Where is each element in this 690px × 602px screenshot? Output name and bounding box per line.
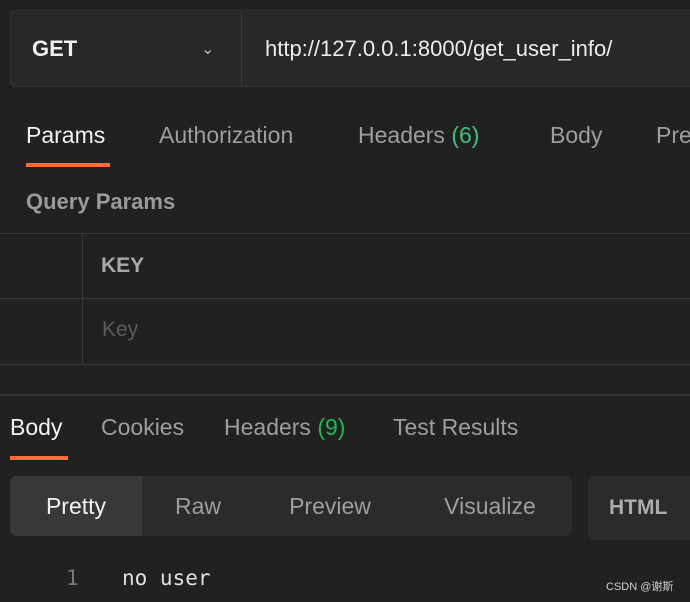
view-mode-segmented-control: Pretty Raw Preview Visualize bbox=[10, 476, 572, 536]
active-response-tab-indicator bbox=[10, 456, 68, 460]
url-input[interactable]: http://127.0.0.1:8000/get_user_info/ bbox=[265, 11, 612, 86]
tab-headers-label: Headers bbox=[358, 122, 445, 148]
view-pretty[interactable]: Pretty bbox=[10, 476, 142, 536]
tab-headers[interactable]: Headers (6) bbox=[358, 122, 479, 149]
key-input[interactable]: Key bbox=[102, 318, 138, 342]
watermark: CSDN @谢斯 bbox=[606, 581, 674, 593]
response-tab-cookies[interactable]: Cookies bbox=[101, 414, 184, 441]
format-select[interactable]: HTML bbox=[588, 476, 690, 540]
tab-params[interactable]: Params bbox=[26, 122, 105, 149]
tab-authorization[interactable]: Authorization bbox=[159, 122, 293, 149]
url-bar: GET ⌄ http://127.0.0.1:8000/get_user_inf… bbox=[10, 10, 690, 87]
response-tab-headers-label: Headers bbox=[224, 414, 311, 440]
active-tab-indicator bbox=[26, 163, 110, 167]
view-visualize[interactable]: Visualize bbox=[420, 476, 560, 536]
pane-divider[interactable] bbox=[0, 394, 690, 396]
divider bbox=[0, 364, 690, 365]
query-params-title: Query Params bbox=[26, 189, 176, 214]
line-number: 1 bbox=[66, 566, 79, 590]
method-label: GET bbox=[32, 35, 78, 61]
tab-pre-request-script[interactable]: Pre bbox=[656, 122, 690, 149]
chevron-down-icon[interactable]: ⌄ bbox=[201, 39, 214, 59]
response-tab-headers[interactable]: Headers (9) bbox=[224, 414, 345, 441]
view-preview[interactable]: Preview bbox=[260, 476, 400, 536]
tab-body[interactable]: Body bbox=[550, 122, 602, 149]
response-tab-body[interactable]: Body bbox=[10, 414, 62, 441]
response-content: no user bbox=[122, 566, 211, 590]
key-column-header: KEY bbox=[101, 254, 145, 277]
view-raw[interactable]: Raw bbox=[142, 476, 254, 536]
response-tab-test-results[interactable]: Test Results bbox=[393, 414, 518, 441]
response-headers-count: (9) bbox=[317, 414, 346, 440]
headers-count: (6) bbox=[451, 122, 480, 148]
divider bbox=[0, 233, 690, 234]
divider bbox=[0, 298, 690, 299]
